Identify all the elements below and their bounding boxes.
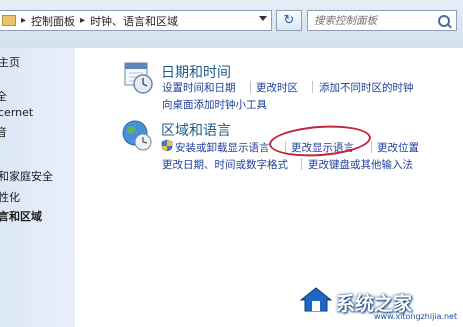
sidebar-item-sound[interactable]: 音 bbox=[0, 124, 7, 140]
sidebar-item-security[interactable]: 全 bbox=[0, 88, 7, 104]
link-install-display-language[interactable]: 安装或卸载显示语言 bbox=[175, 140, 270, 155]
sidebar-item-home[interactable]: 主页 bbox=[0, 54, 20, 70]
section-title-region-language[interactable]: 区域和语言 bbox=[161, 120, 231, 140]
control-panel-icon bbox=[2, 15, 16, 26]
search-input[interactable] bbox=[314, 14, 434, 27]
link-add-clock-gadget[interactable]: 向桌面添加时钟小工具 bbox=[162, 97, 267, 112]
breadcrumb-clock-language-region[interactable]: 时钟、语言和区域 bbox=[90, 13, 178, 29]
link-change-timezone[interactable]: 更改时区 bbox=[256, 80, 298, 95]
shield-icon bbox=[161, 139, 173, 152]
calendar-clock-icon bbox=[124, 62, 153, 94]
link-set-time-date[interactable]: 设置时间和日期 bbox=[162, 80, 236, 95]
breadcrumb-separator: ▸ bbox=[80, 15, 86, 26]
breadcrumb-control-panel[interactable]: 控制面板 bbox=[31, 13, 75, 29]
address-dropdown-icon[interactable] bbox=[259, 16, 267, 21]
refresh-icon: ↻ bbox=[283, 13, 295, 28]
watermark-url: www.xitongzhijia.net bbox=[374, 312, 458, 321]
link-divider bbox=[250, 81, 251, 93]
watermark-logo: 系统之家 www.xitongzhijia.net bbox=[296, 282, 458, 322]
breadcrumb-separator: ▸ bbox=[21, 15, 27, 26]
house-logo-icon bbox=[299, 287, 333, 312]
sidebar-item-internet[interactable]: cernet bbox=[0, 106, 33, 119]
link-divider bbox=[301, 158, 302, 170]
section-title-date-time[interactable]: 日期和时间 bbox=[161, 62, 231, 82]
search-icon[interactable] bbox=[438, 15, 450, 27]
address-bar[interactable]: ▸ 控制面板 ▸ 时钟、语言和区域 bbox=[0, 10, 272, 31]
link-divider bbox=[312, 81, 313, 93]
link-change-keyboard-input[interactable]: 更改键盘或其他输入法 bbox=[308, 157, 413, 172]
sidebar: 主页 全 cernet 音 和家庭安全 性化 言和区域 bbox=[0, 48, 75, 327]
link-divider bbox=[371, 141, 372, 153]
sidebar-item-family-safety[interactable]: 和家庭安全 bbox=[0, 168, 53, 184]
refresh-button[interactable]: ↻ bbox=[276, 10, 302, 31]
search-box[interactable] bbox=[307, 10, 457, 31]
sidebar-item-clock-language-region[interactable]: 言和区域 bbox=[0, 208, 42, 224]
link-add-clocks[interactable]: 添加不同时区的时钟 bbox=[319, 80, 414, 95]
link-change-date-time-number-format[interactable]: 更改日期、时间或数字格式 bbox=[162, 157, 288, 172]
top-toolbar: ▸ 控制面板 ▸ 时钟、语言和区域 ↻ bbox=[0, 0, 463, 48]
globe-clock-icon bbox=[122, 120, 152, 151]
link-change-location[interactable]: 更改位置 bbox=[377, 140, 419, 155]
sidebar-item-personalization[interactable]: 性化 bbox=[0, 189, 20, 205]
